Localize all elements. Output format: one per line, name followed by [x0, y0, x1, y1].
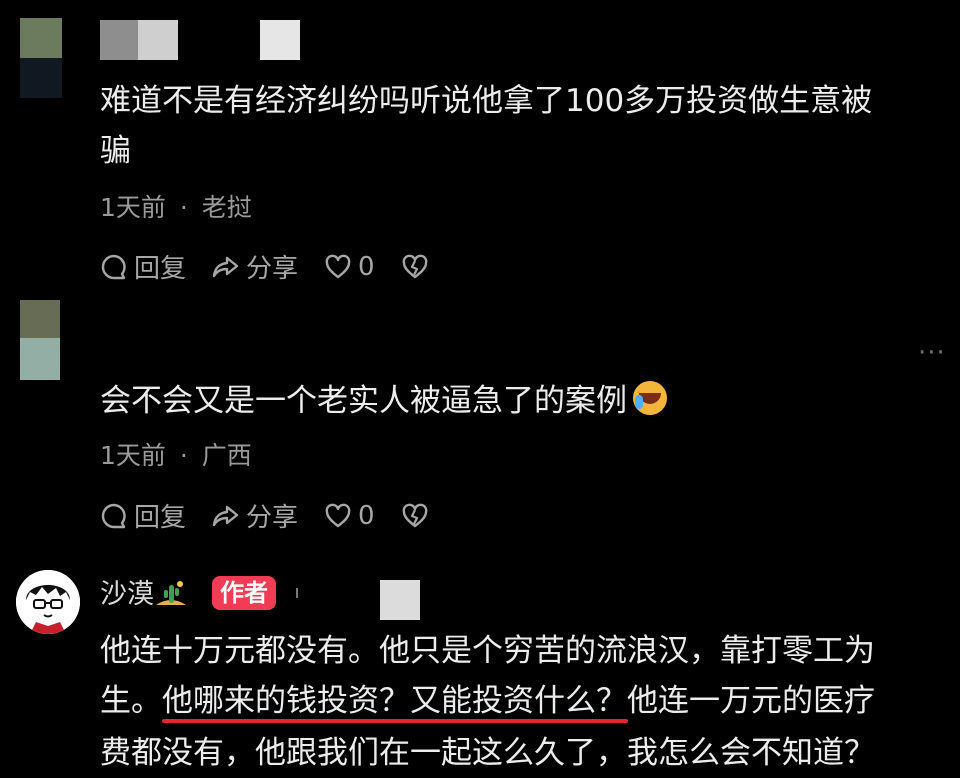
comment-actions: 回复 分享 0 [100, 248, 461, 285]
dislike-button[interactable] [401, 253, 435, 281]
broken-heart-icon [402, 503, 427, 527]
reply-label: 回复 [134, 254, 187, 284]
username-pixelated[interactable] [100, 20, 300, 60]
share-arrow-icon [212, 256, 239, 277]
author-comment-line: 费都没有，他跟我们在一起这么久了，我怎么会不知道？ [100, 735, 875, 771]
share-label: 分享 [246, 503, 299, 533]
reply-button[interactable]: 回复 [100, 497, 186, 534]
comment-text: 生。 [100, 683, 162, 719]
comment-text: 会不会又是一个老实人被逼急了的案例 [100, 383, 627, 419]
meta-separator: · [179, 441, 188, 470]
share-button[interactable]: 分享 [212, 248, 298, 285]
comment-bubble-icon [101, 254, 126, 279]
broken-heart-icon [402, 254, 427, 278]
comment-bubble-icon [101, 503, 126, 528]
cartoon-face-icon [16, 570, 80, 634]
comment-text-line: 骗 [100, 133, 131, 169]
meta-separator: · [179, 193, 188, 222]
comment-location: 老挝 [201, 193, 252, 222]
comment-time: 1天前 [100, 441, 166, 470]
share-button[interactable]: 分享 [212, 497, 298, 534]
like-button[interactable]: 0 [324, 501, 375, 531]
badge-indicator-dot [296, 588, 298, 598]
comment-text-line: 难道不是有经济纠纷吗听说他拿了100多万投资做生意被 [100, 83, 873, 119]
desert-cactus-icon [156, 581, 186, 605]
heart-icon [325, 503, 351, 527]
comment-time: 1天前 [100, 193, 166, 222]
reply-button[interactable]: 回复 [100, 248, 186, 285]
comment-actions: 回复 分享 0 [100, 497, 461, 534]
highlighted-text: 他哪来的钱投资？又能投资什么？ [162, 683, 627, 719]
author-comment-line: 他连十万元都没有。他只是个穷苦的流浪汉，靠打零工为 [100, 633, 875, 669]
share-label: 分享 [246, 254, 299, 284]
avatar-pixelated[interactable] [20, 18, 62, 98]
author-avatar[interactable] [16, 570, 80, 634]
highlight-underline [162, 719, 628, 723]
author-name[interactable]: 沙漠 [100, 572, 186, 611]
dislike-button[interactable] [401, 502, 435, 530]
pixelated-block [380, 580, 420, 620]
author-name-text: 沙漠 [100, 579, 154, 610]
heart-icon [325, 254, 351, 278]
comment-text-line: 会不会又是一个老实人被逼急了的案例 [100, 376, 667, 426]
like-count: 0 [358, 500, 375, 531]
comment-meta: 1天前 · 广西 [100, 436, 252, 472]
reply-label: 回复 [134, 503, 187, 533]
avatar-pixelated[interactable] [20, 300, 60, 380]
like-count: 0 [358, 251, 375, 282]
more-options-icon[interactable]: ··· [918, 338, 946, 368]
comment-location: 广西 [201, 441, 252, 470]
comment-text: 他连一万元的医疗 [627, 683, 875, 719]
like-button[interactable]: 0 [324, 252, 375, 282]
share-arrow-icon [212, 505, 239, 526]
author-badge: 作者 [212, 576, 276, 610]
crying-laughing-emoji-icon [633, 381, 667, 415]
comment-meta: 1天前 · 老挝 [100, 188, 252, 224]
